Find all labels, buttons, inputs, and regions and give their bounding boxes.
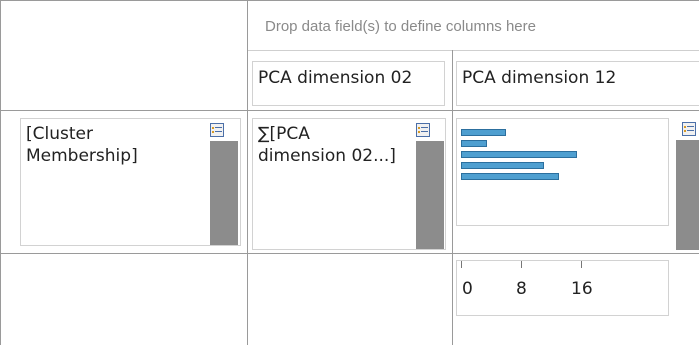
grid-line-sub bbox=[248, 50, 699, 51]
chart-bar bbox=[461, 151, 577, 158]
field-menu-icon[interactable] bbox=[416, 123, 430, 137]
field-scroll-strip bbox=[210, 141, 238, 245]
data-field-sum-pca-02[interactable]: ∑[PCA dimension 02...] bbox=[252, 118, 446, 250]
field-scroll-strip bbox=[676, 140, 699, 250]
x-axis: 0 8 16 bbox=[456, 260, 669, 316]
column-header-pca-12[interactable]: PCA dimension 12 bbox=[456, 61, 699, 106]
column-header-label: PCA dimension 12 bbox=[462, 68, 617, 88]
axis-tick bbox=[521, 261, 522, 268]
chart-bar bbox=[461, 173, 559, 180]
grid-line-row2 bbox=[0, 253, 699, 254]
field-menu-icon[interactable] bbox=[210, 123, 224, 137]
column-header-pca-02[interactable]: PCA dimension 02 bbox=[252, 61, 445, 106]
grid-line-row1 bbox=[0, 110, 699, 111]
axis-tick-label: 16 bbox=[571, 279, 593, 299]
grid-line-col2 bbox=[452, 50, 453, 345]
chart-bar bbox=[461, 129, 506, 136]
axis-tick-label: 8 bbox=[516, 279, 527, 299]
chart-bar bbox=[461, 140, 487, 147]
chart-menu-icon[interactable] bbox=[682, 122, 696, 136]
axis-tick-label: 0 bbox=[462, 279, 473, 299]
grid-line-col1 bbox=[247, 0, 248, 345]
bar-chart bbox=[456, 118, 669, 226]
column-header-label: PCA dimension 02 bbox=[258, 68, 413, 88]
field-scroll-strip bbox=[416, 141, 444, 249]
grid-line-left bbox=[0, 0, 1, 345]
axis-tick bbox=[581, 261, 582, 268]
data-field-label: ∑[PCA dimension 02...] bbox=[258, 124, 396, 166]
grid-line-top bbox=[0, 0, 699, 1]
row-field-label: [Cluster Membership] bbox=[26, 124, 138, 166]
axis-tick bbox=[461, 261, 462, 268]
column-drop-zone-hint[interactable]: Drop data field(s) to define columns her… bbox=[265, 18, 536, 35]
row-field-cluster-membership[interactable]: [Cluster Membership] bbox=[20, 118, 241, 246]
pivot-grid: Drop data field(s) to define columns her… bbox=[0, 0, 699, 345]
chart-bar bbox=[461, 162, 544, 169]
